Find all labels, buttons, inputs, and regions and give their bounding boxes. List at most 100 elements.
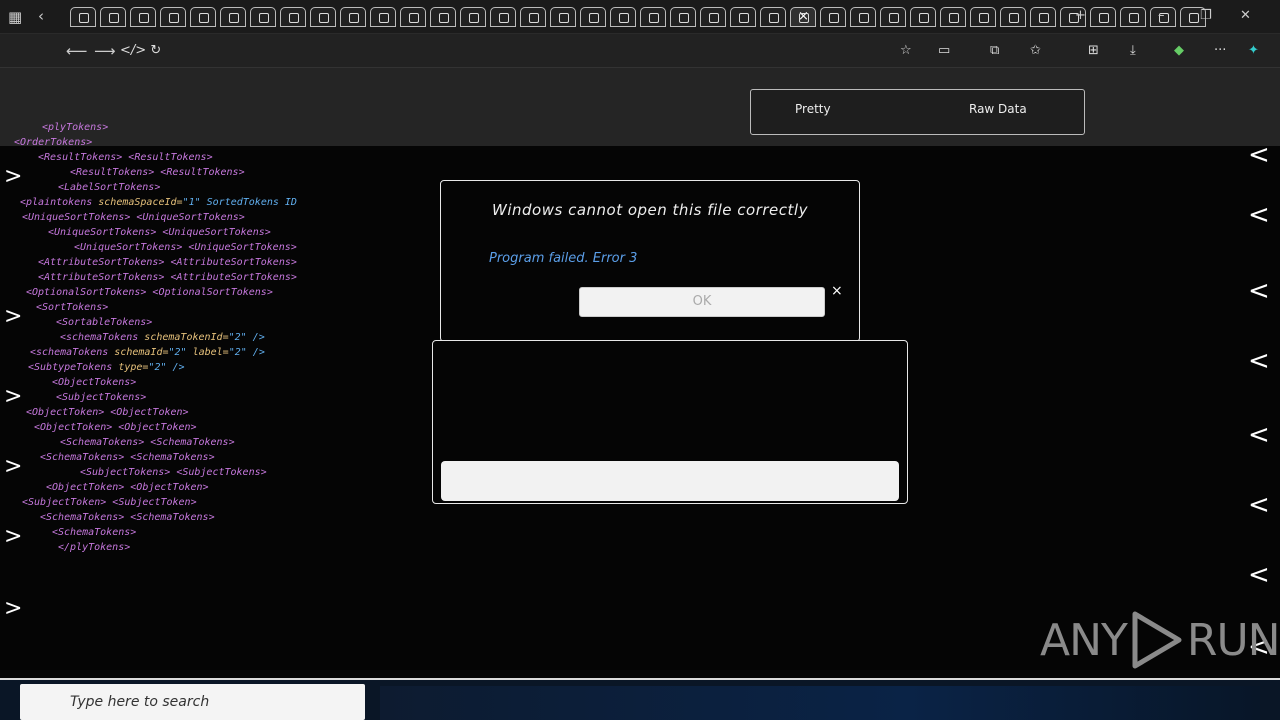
browser-tab[interactable]	[460, 7, 486, 27]
browser-tab[interactable]	[970, 7, 996, 27]
left-arrow-icon: >	[4, 164, 23, 189]
browser-tab[interactable]	[160, 7, 186, 27]
bookmark-icon[interactable]: ☆	[900, 43, 912, 58]
xml-line: <SubjectTokens>	[56, 392, 147, 403]
browser-tab[interactable]	[130, 7, 156, 27]
left-arrow-icon: >	[4, 304, 23, 329]
xml-line: <OptionalSortTokens> <OptionalSortTokens…	[26, 287, 273, 298]
extension-icon[interactable]: ◆	[1174, 43, 1184, 58]
view-mode-popup: Pretty Raw Data	[750, 89, 1085, 135]
restore-button[interactable]: ❐	[1200, 8, 1212, 23]
browser-tab[interactable]	[1030, 7, 1056, 27]
play-logo-icon	[1132, 611, 1182, 669]
browser-tab[interactable]	[430, 7, 456, 27]
back-arrow-icon[interactable]: ⟵	[66, 42, 88, 60]
secondary-dialog-button[interactable]	[441, 461, 899, 501]
minimize-button[interactable]: –	[1158, 8, 1165, 23]
xml-line: <plaintokens schemaSpaceId="1" SortedTok…	[20, 197, 297, 208]
browser-tab[interactable]	[340, 7, 366, 27]
xml-line: <SortTokens>	[36, 302, 109, 313]
downloads-icon[interactable]: ⤓	[1130, 43, 1136, 58]
left-arrow-icon: >	[4, 524, 23, 549]
ok-button[interactable]: OK	[579, 287, 825, 317]
more-menu-icon[interactable]: ···	[1214, 43, 1226, 58]
xml-line: <ResultTokens> <ResultTokens>	[38, 152, 213, 163]
raw-data-option[interactable]: Raw Data	[969, 102, 1027, 116]
taskbar-background	[380, 686, 1260, 720]
browser-tab[interactable]	[1000, 7, 1026, 27]
copilot-icon[interactable]: ✦	[1248, 43, 1259, 58]
browser-tab[interactable]	[100, 7, 126, 27]
browser-tab[interactable]	[400, 7, 426, 27]
right-edge-chevron-icon: <	[1248, 140, 1270, 170]
browser-tab[interactable]	[490, 7, 516, 27]
secondary-dialog	[432, 340, 908, 504]
pretty-option[interactable]: Pretty	[795, 102, 831, 116]
right-edge-chevron-icon: <	[1248, 200, 1270, 230]
watermark-right-text: RUN	[1186, 614, 1280, 666]
browser-tab[interactable]	[280, 7, 306, 27]
favorites-icon[interactable]: ✩	[1030, 43, 1041, 58]
split-view-icon[interactable]: ⧉	[990, 43, 999, 58]
tab-list: ×	[70, 7, 1206, 27]
right-edge-chevron-icon: <	[1248, 276, 1270, 306]
xml-line: <UniqueSortTokens> <UniqueSortTokens>	[48, 227, 271, 238]
browser-tab[interactable]	[520, 7, 546, 27]
xml-line: <SchemaTokens> <SchemaTokens>	[60, 437, 235, 448]
browser-tab[interactable]	[220, 7, 246, 27]
xml-line: <LabelSortTokens>	[58, 182, 161, 193]
left-arrow-icon: >	[4, 384, 23, 409]
browser-tab[interactable]	[940, 7, 966, 27]
xml-line: <plyTokens>	[42, 122, 109, 133]
windows-taskbar: Type here to search	[0, 678, 1280, 720]
browser-tab[interactable]	[760, 7, 786, 27]
xml-line: <SchemaTokens> <SchemaTokens>	[40, 452, 215, 463]
browser-tabstrip: ▦ ‹ × + – ❐ ✕	[0, 0, 1280, 34]
browser-tab[interactable]	[550, 7, 576, 27]
xml-line: <UniqueSortTokens> <UniqueSortTokens>	[74, 242, 297, 253]
browser-tab[interactable]	[700, 7, 726, 27]
taskbar-search-box[interactable]: Type here to search	[20, 684, 365, 720]
xml-line: <SortableTokens>	[56, 317, 153, 328]
browser-tab[interactable]	[190, 7, 216, 27]
browser-tab[interactable]	[580, 7, 606, 27]
new-tab-button[interactable]: +	[1075, 8, 1086, 23]
forward-arrow-icon[interactable]: ⟶	[94, 42, 116, 60]
browser-tab[interactable]	[1120, 7, 1146, 27]
browser-tab[interactable]	[670, 7, 696, 27]
xml-line: <AttributeSortTokens> <AttributeSortToke…	[38, 272, 297, 283]
reader-icon[interactable]: ▭	[938, 43, 950, 58]
dialog-close-button[interactable]: ×	[831, 283, 843, 299]
tab-scroll-icon[interactable]: ‹	[38, 7, 44, 25]
browser-tab[interactable]: ×	[790, 7, 816, 27]
xml-line: <AttributeSortTokens> <AttributeSortToke…	[38, 257, 297, 268]
browser-tab[interactable]	[310, 7, 336, 27]
browser-tab[interactable]	[730, 7, 756, 27]
browser-toolbar: ⟵ ⟶ </> ↻ ☆ ▭ ⧉ ✩ ⊞ ⤓ ◆ ··· ✦	[0, 34, 1280, 68]
xml-line: <ObjectToken> <ObjectToken>	[34, 422, 197, 433]
browser-tab[interactable]	[250, 7, 276, 27]
browser-tab[interactable]	[910, 7, 936, 27]
browser-tab[interactable]	[850, 7, 876, 27]
collections-icon[interactable]: ⊞	[1088, 43, 1099, 58]
address-bar[interactable]: </> ↻	[120, 43, 161, 58]
browser-tab[interactable]	[640, 7, 666, 27]
xml-line: <SchemaTokens> <SchemaTokens>	[40, 512, 215, 523]
xml-line: <ResultTokens> <ResultTokens>	[70, 167, 245, 178]
anyrun-watermark: ANY RUN	[1040, 610, 1280, 670]
browser-tab[interactable]	[610, 7, 636, 27]
xml-line: <UniqueSortTokens> <UniqueSortTokens>	[22, 212, 245, 223]
xml-line: <ObjectTokens>	[52, 377, 137, 388]
xml-line: <SubjectTokens> <SubjectTokens>	[80, 467, 267, 478]
xml-line: <SubtypeTokens type="2" />	[28, 362, 185, 373]
browser-tab[interactable]	[1090, 7, 1116, 27]
right-edge-chevron-icon: <	[1248, 346, 1270, 376]
error-dialog: Windows cannot open this file correctly …	[440, 180, 860, 342]
browser-tab[interactable]	[70, 7, 96, 27]
browser-tab[interactable]	[880, 7, 906, 27]
browser-tab[interactable]	[370, 7, 396, 27]
tab-close-icon[interactable]: ×	[798, 9, 809, 24]
browser-tab[interactable]	[820, 7, 846, 27]
browser-menu-icon[interactable]: ▦	[8, 8, 22, 26]
close-window-button[interactable]: ✕	[1240, 8, 1251, 23]
